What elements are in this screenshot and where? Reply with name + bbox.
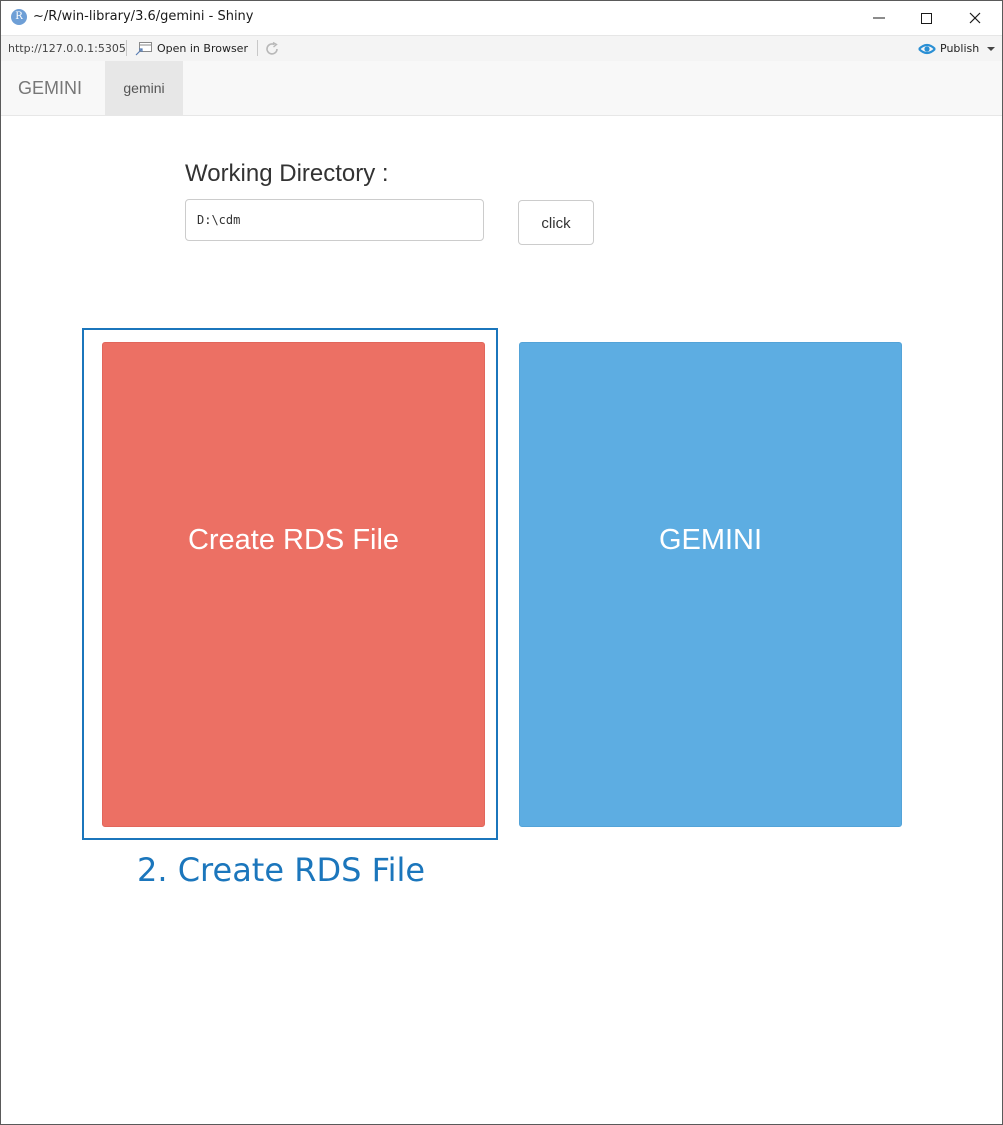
close-button[interactable] (952, 1, 998, 34)
viewer-toolbar: http://127.0.0.1:5305 Open in Browser Pu… (1, 35, 1002, 62)
toolbar-separator (257, 40, 258, 56)
publish-icon (918, 43, 936, 55)
toolbar-separator (126, 40, 127, 56)
open-in-browser-icon (135, 42, 152, 56)
create-rds-file-label: Create RDS File (187, 524, 400, 556)
title-bar: R ~/R/win-library/3.6/gemini - Shiny (1, 1, 1002, 34)
gemini-tile-label: GEMINI (658, 524, 763, 556)
working-directory-input[interactable]: D:\cdm (185, 199, 484, 241)
click-button[interactable]: click (518, 200, 594, 245)
working-directory-label: Working Directory : (185, 160, 389, 187)
create-rds-file-tile[interactable]: Create RDS File (102, 342, 485, 827)
window-title: ~/R/win-library/3.6/gemini - Shiny (33, 9, 254, 24)
r-logo-icon: R (11, 9, 27, 25)
url-display: http://127.0.0.1:5305 (8, 42, 126, 55)
publish-label: Publish (940, 42, 980, 55)
click-button-label: click (541, 215, 571, 232)
close-icon (969, 12, 981, 24)
annotation-caption: 2. Create RDS File (137, 851, 426, 889)
maximize-button[interactable] (903, 1, 949, 34)
open-in-browser-label: Open in Browser (157, 42, 248, 55)
gemini-tile[interactable]: GEMINI (519, 342, 902, 827)
tab-gemini[interactable]: gemini (105, 61, 183, 115)
shiny-viewer-window: R ~/R/win-library/3.6/gemini - Shiny htt… (0, 0, 1003, 1125)
navbar-brand[interactable]: GEMINI (18, 78, 82, 99)
publish-button[interactable]: Publish (917, 41, 999, 57)
tab-label: gemini (123, 80, 165, 96)
chevron-down-icon (987, 47, 995, 51)
minimize-button[interactable] (856, 1, 902, 34)
maximize-icon (921, 13, 932, 24)
minimize-icon (873, 17, 885, 19)
refresh-icon[interactable] (264, 41, 280, 57)
app-navbar: GEMINI gemini (1, 61, 1002, 116)
